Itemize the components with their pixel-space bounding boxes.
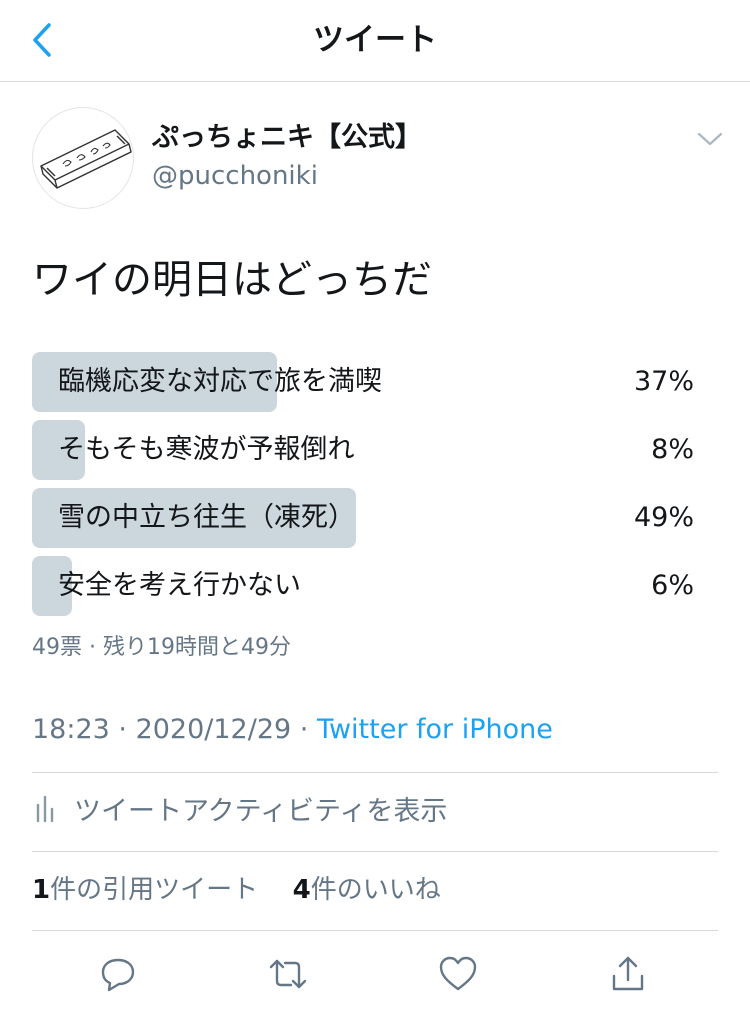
likes-count: 4	[292, 875, 311, 905]
quote-tweets-stat[interactable]: 1件の引用ツイート	[32, 875, 258, 905]
divider	[32, 851, 718, 852]
likes-stat[interactable]: 4件のいいね	[293, 875, 441, 905]
display-name[interactable]: ぷっちょニキ【公式】	[152, 120, 422, 156]
tweet-date: 2020/12/29	[135, 714, 292, 745]
chevron-down-icon	[697, 132, 723, 146]
action-bar	[0, 948, 750, 1002]
divider	[32, 930, 718, 931]
tweet-activity-link[interactable]: ツイートアクティビティを表示	[32, 786, 447, 830]
reply-button[interactable]	[96, 952, 140, 996]
tweet-time: 18:23	[32, 714, 110, 745]
poll-option-percent: 6%	[651, 570, 694, 601]
likes-label: 件のいいね	[310, 875, 441, 905]
meta-separator: ·	[109, 714, 136, 745]
tweet-activity-label: ツイートアクティビティを表示	[74, 795, 448, 827]
page-title: ツイート	[313, 22, 437, 58]
retweet-button[interactable]	[266, 952, 310, 996]
heart-icon	[439, 956, 477, 991]
poll-option: 安全を考え行かない 6%	[32, 556, 694, 616]
share-button[interactable]	[606, 952, 650, 996]
avatar-candy-drawing	[40, 129, 132, 189]
reply-icon	[101, 958, 135, 992]
retweet-icon	[269, 959, 307, 989]
divider	[32, 772, 718, 773]
poll-option: 臨機応変な対応で旅を満喫 37%	[32, 352, 694, 412]
poll-option: 雪の中立ち往生（凍死） 49%	[32, 488, 694, 548]
poll-option-label: 安全を考え行かない	[58, 570, 301, 601]
more-options-button[interactable]	[690, 122, 730, 156]
bar-chart-icon	[36, 795, 54, 823]
tweet-text: ワイの明日はどっちだ	[32, 257, 432, 303]
quote-label: 件の引用ツイート	[50, 875, 259, 905]
quote-count: 1	[32, 875, 51, 905]
user-handle[interactable]: @pucchoniki	[152, 158, 318, 194]
poll: 臨機応変な対応で旅を満喫 37% そもそも寒波が予報倒れ 8% 雪の中立ち往生（…	[32, 352, 694, 624]
poll-option-percent: 37%	[633, 366, 694, 397]
poll-option-percent: 49%	[633, 502, 694, 533]
share-icon	[612, 956, 644, 991]
nav-bar: ツイート	[0, 0, 750, 82]
poll-option-label: 臨機応変な対応で旅を満喫	[58, 366, 382, 397]
poll-option-percent: 8%	[651, 434, 694, 465]
meta-separator: ·	[291, 714, 317, 745]
poll-option-label: 雪の中立ち往生（凍死）	[58, 502, 355, 533]
poll-meta: 49票 · 残り19時間と49分	[32, 635, 291, 660]
poll-option: そもそも寒波が予報倒れ 8%	[32, 420, 694, 480]
like-button[interactable]	[436, 952, 480, 996]
tweet-stats: 1件の引用ツイート 4件のいいね	[32, 870, 441, 910]
poll-option-label: そもそも寒波が予報倒れ	[58, 434, 355, 465]
tweet-meta: 18:23 · 2020/12/29 · Twitter for iPhone	[32, 710, 553, 750]
avatar[interactable]	[32, 107, 134, 209]
tweet-source-link[interactable]: Twitter for iPhone	[317, 714, 553, 745]
